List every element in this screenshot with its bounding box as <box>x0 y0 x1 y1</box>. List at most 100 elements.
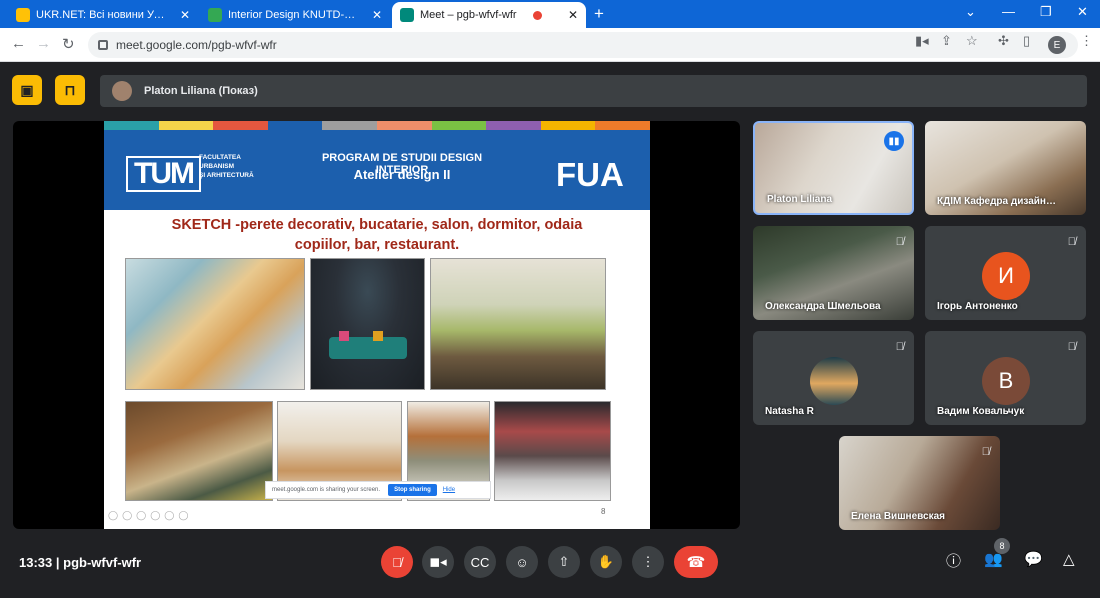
present-screen-icon: ⇧ <box>558 554 570 569</box>
share-icon[interactable]: ⇪ <box>941 33 952 49</box>
stripe-segment <box>267 121 323 130</box>
presenter-bar: Platon Liliana (Показ) <box>100 75 1087 107</box>
meet-app: ▣ ⊓ Platon Liliana (Показ) TUM FACULTATE… <box>0 62 1100 598</box>
close-tab-icon[interactable]: ✕ <box>172 8 190 22</box>
menu-icon[interactable]: ⋮ <box>1080 33 1093 49</box>
screen-share-notice: meet.google.com is sharing your screen. … <box>265 481 491 499</box>
camera-toggle-button[interactable]: ◼◂ <box>422 546 454 578</box>
fua-label: FUA <box>556 156 624 193</box>
participant-name: КДІМ Кафедра дизайн… <box>937 196 1056 207</box>
window-close-icon[interactable]: ✕ <box>1077 4 1088 20</box>
atelier-title: Atelier design II <box>353 167 451 182</box>
more-vert-icon: ⋮ <box>641 554 655 569</box>
profile-avatar[interactable]: E <box>1048 36 1066 54</box>
restore-icon[interactable]: ❐ <box>1040 4 1052 20</box>
avatar: И <box>982 252 1030 300</box>
tum-logo: TUM <box>126 156 201 192</box>
tab-search-icon[interactable]: ⌄ <box>965 4 976 20</box>
meeting-details-icon[interactable]: ⓘ <box>946 550 961 571</box>
tab-title: Interior Design KNUTD-TUM • с <box>228 9 358 21</box>
faculty-label: FACULTATEA URBANISM ŞI ARHITECTURĂ <box>199 154 254 179</box>
participant-tile[interactable]: 🎙̸ И Ігорь Антоненко <box>925 226 1086 320</box>
presented-slide: TUM FACULTATEA URBANISM ŞI ARHITECTURĂ P… <box>104 121 650 529</box>
new-tab-button[interactable]: + <box>594 4 604 24</box>
url-text: meet.google.com/pgb-wfvf-wfr <box>116 38 277 52</box>
stripe-segment <box>540 121 596 130</box>
video-camera-icon: ◼◂ <box>429 554 447 569</box>
avatar <box>810 357 858 405</box>
speaking-indicator-icon: ▮▮ <box>884 131 904 151</box>
hide-presentation-icon[interactable]: ▣ <box>12 75 42 105</box>
extensions-icon[interactable]: ✣ <box>998 33 1009 49</box>
lock-icon <box>98 40 108 50</box>
participant-name: Вадим Ковальчук <box>937 406 1025 417</box>
slide-title: SKETCH -perete decorativ, bucatarie, sal… <box>171 217 583 253</box>
reload-icon[interactable]: ↻ <box>62 35 75 53</box>
tab-classroom[interactable]: Interior Design KNUTD-TUM • с ✕ <box>200 2 390 28</box>
tab-meet[interactable]: Meet – pgb-wfvf-wfr ✕ <box>392 2 586 28</box>
slide-page-number: 8 <box>601 507 606 516</box>
slide-controls[interactable]: ◯◯◯◯◯◯ <box>108 510 192 521</box>
mic-off-icon: 🎙̸ <box>981 446 990 458</box>
stripe-segment <box>322 121 377 130</box>
participant-name: Ігорь Антоненко <box>937 301 1018 312</box>
stripe-segment <box>213 121 268 130</box>
leave-call-button[interactable]: ☎ <box>674 546 718 578</box>
activities-icon[interactable]: △ <box>1063 550 1075 568</box>
avatar: В <box>982 357 1030 405</box>
participant-name: Natasha R <box>765 406 814 417</box>
close-tab-icon[interactable]: ✕ <box>364 8 382 22</box>
presenter-avatar <box>112 81 132 101</box>
stripe-segment <box>431 121 487 130</box>
minimize-icon[interactable]: — <box>1002 4 1015 19</box>
tab-title: UKR.NET: Всі новини України, с <box>36 9 166 21</box>
lounge-sketch-image <box>494 401 611 501</box>
stripe-segment <box>595 121 650 130</box>
reactions-button[interactable]: ☺ <box>506 546 538 578</box>
stop-sharing-button[interactable]: Stop sharing <box>388 484 437 496</box>
more-options-button[interactable]: ⋮ <box>632 546 664 578</box>
stripe-segment <box>486 121 541 130</box>
hang-up-icon: ☎ <box>686 554 706 571</box>
back-icon[interactable]: ← <box>11 35 26 52</box>
share-notice-text: meet.google.com is sharing your screen. <box>272 487 381 493</box>
side-panel-icon[interactable]: ▯ <box>1023 33 1030 49</box>
participant-tile[interactable]: 🎙̸ Natasha R <box>753 331 914 425</box>
bookmark-star-icon[interactable]: ☆ <box>966 33 978 49</box>
kitchen-sketch-image <box>430 258 606 390</box>
close-tab-icon[interactable]: ✕ <box>558 8 578 22</box>
unpin-icon[interactable]: ⊓ <box>55 75 85 105</box>
address-bar[interactable]: meet.google.com/pgb-wfvf-wfr <box>88 32 1078 58</box>
tab-ukrnet[interactable]: UKR.NET: Всі новини України, с ✕ <box>8 2 198 28</box>
captions-button[interactable]: CC <box>464 546 496 578</box>
recording-indicator-icon <box>532 10 542 20</box>
chat-icon[interactable]: 💬 <box>1024 550 1043 568</box>
participant-tile[interactable]: 🎙̸ Олександра Шмельова <box>753 226 914 320</box>
camera-icon[interactable]: ▮◂ <box>915 33 929 49</box>
participant-name: Platon Liliana <box>767 194 833 205</box>
restaurant-sketch-image <box>125 401 273 501</box>
hand-icon: ✋ <box>597 554 615 569</box>
participant-tile[interactable]: 🎙̸ Елена Вишневская <box>839 436 1000 530</box>
participant-tile[interactable]: ▮▮ Platon Liliana <box>753 121 914 215</box>
tab-title: Meet – pgb-wfvf-wfr <box>420 9 517 21</box>
stripe-segment <box>158 121 214 130</box>
participant-tile[interactable]: КДІМ Кафедра дизайн… <box>925 121 1086 215</box>
browser-toolbar: ← → ↻ meet.google.com/pgb-wfvf-wfr ▮◂ ⇪ … <box>0 28 1100 62</box>
presentation-stage: TUM FACULTATEA URBANISM ŞI ARHITECTURĂ P… <box>13 121 740 529</box>
participant-tile[interactable]: 🎙̸ В Вадим Ковальчук <box>925 331 1086 425</box>
forward-icon[interactable]: → <box>36 35 51 52</box>
stripe-segment <box>104 121 159 130</box>
mic-toggle-button[interactable]: 🎙̸ <box>381 546 413 578</box>
ukrnet-favicon-icon <box>16 8 30 22</box>
bedroom-sketch-image <box>125 258 305 390</box>
mic-off-icon: 🎙̸ <box>895 341 904 353</box>
mic-off-icon: 🎙̸ <box>1067 236 1076 248</box>
participant-name: Елена Вишневская <box>851 511 945 522</box>
hide-notice-link[interactable]: Hide <box>443 487 455 493</box>
raise-hand-button[interactable]: ✋ <box>590 546 622 578</box>
present-button[interactable]: ⇧ <box>548 546 580 578</box>
mic-off-icon: 🎙̸ <box>1067 341 1076 353</box>
mic-off-icon: 🎙̸ <box>895 236 904 248</box>
stripe-segment <box>377 121 432 130</box>
